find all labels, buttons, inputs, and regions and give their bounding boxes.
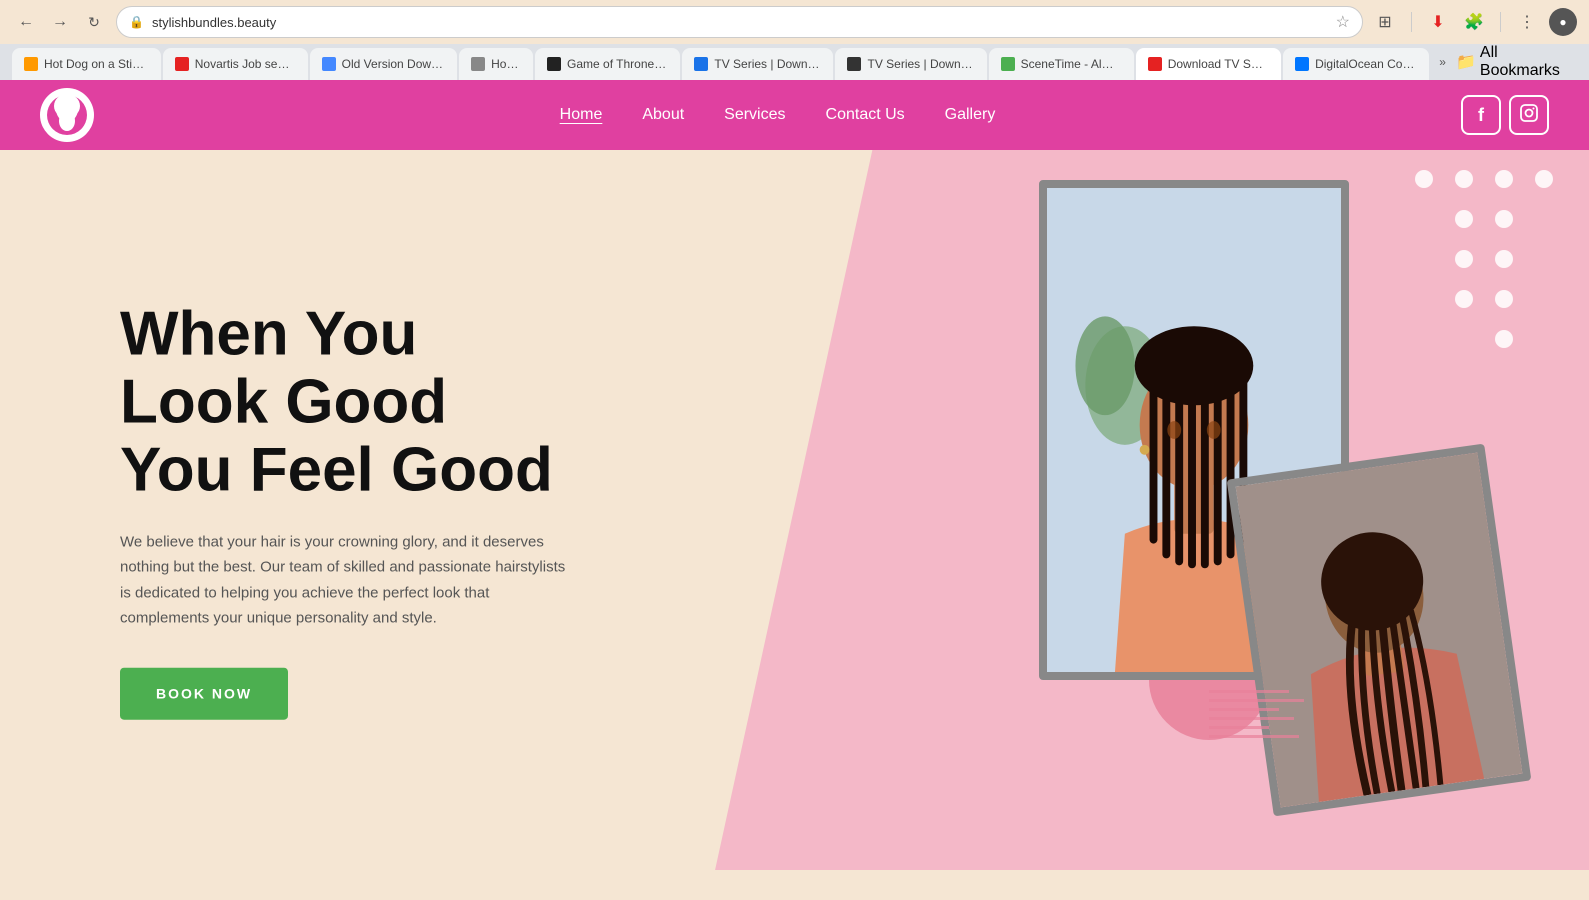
tab-favicon-download xyxy=(1148,57,1162,71)
dot-1-4 xyxy=(1535,170,1553,188)
reload-button[interactable]: ↻ xyxy=(80,8,108,36)
hero-title-line1: When You xyxy=(120,300,417,369)
deco-line-2 xyxy=(1209,699,1304,702)
divider2 xyxy=(1500,12,1501,32)
address-bar[interactable]: 🔒 stylishbundles.beauty ☆ xyxy=(116,6,1363,38)
nav-link-home[interactable]: Home xyxy=(560,106,603,124)
hero-description: We believe that your hair is your crowni… xyxy=(120,529,580,631)
extensions2-button[interactable]: 🧩 xyxy=(1460,8,1488,36)
tab-got[interactable]: Game of Thrones:... xyxy=(535,48,680,80)
browser-tabs: Hot Dog on a Stick... Novartis Job searc… xyxy=(0,44,1589,80)
tab-serial[interactable]: TV Series | Downlo... xyxy=(682,48,833,80)
tab-favicon-got xyxy=(547,57,561,71)
website: Home About Services Contact Us Gallery f xyxy=(0,80,1589,870)
hero-content: When You Look Good You Feel Good We beli… xyxy=(120,301,580,720)
tab-favicon-hotdog xyxy=(24,57,38,71)
tab-download[interactable]: Download TV Sho... xyxy=(1136,48,1281,80)
tab-label-serial: TV Series | Downlo... xyxy=(714,57,821,71)
bookmark-star-icon[interactable]: ☆ xyxy=(1336,12,1350,32)
tab-label-home: Home xyxy=(491,57,521,71)
logo-svg xyxy=(45,93,89,137)
deco-line-4 xyxy=(1209,717,1294,720)
profile-button[interactable]: ● xyxy=(1549,8,1577,36)
tab-favicon-scene xyxy=(1001,57,1015,71)
all-bookmarks-button[interactable]: 📁 All Bookmarks xyxy=(1456,44,1577,80)
browser-toolbar: ← → ↻ 🔒 stylishbundles.beauty ☆ ⊞ ⬇ 🧩 ⋮ … xyxy=(0,0,1589,44)
tab-tv[interactable]: TV Series | Downlo... xyxy=(835,48,986,80)
tab-favicon-old xyxy=(322,57,336,71)
logo xyxy=(40,88,94,142)
tab-label-got: Game of Thrones:... xyxy=(567,57,668,71)
site-nav: Home About Services Contact Us Gallery f xyxy=(0,80,1589,150)
menu-button[interactable]: ⋮ xyxy=(1513,8,1541,36)
tab-favicon-tv xyxy=(847,57,861,71)
bookmarks-icon: 📁 xyxy=(1456,52,1476,72)
toolbar-actions: ⊞ ⬇ 🧩 ⋮ ● xyxy=(1371,8,1577,36)
deco-lines xyxy=(1209,690,1309,770)
nav-link-services[interactable]: Services xyxy=(724,106,785,124)
tab-label-scene: SceneTime - Alwa... xyxy=(1021,57,1122,71)
tab-favicon-digital xyxy=(1295,57,1309,71)
divider xyxy=(1411,12,1412,32)
nav-link-contact[interactable]: Contact Us xyxy=(826,106,905,124)
tab-favicon-home xyxy=(471,57,485,71)
nav-link-gallery[interactable]: Gallery xyxy=(945,106,996,124)
hero-title-line3: You Feel Good xyxy=(120,436,553,505)
tab-home[interactable]: Home xyxy=(459,48,533,80)
url-text: stylishbundles.beauty xyxy=(152,15,1328,30)
tab-favicon-novartis xyxy=(175,57,189,71)
tab-label-tv: TV Series | Downlo... xyxy=(867,57,974,71)
all-bookmarks-label: All Bookmarks xyxy=(1480,44,1577,80)
nav-buttons: ← → ↻ xyxy=(12,8,108,36)
facebook-button[interactable]: f xyxy=(1461,95,1501,135)
lock-icon: 🔒 xyxy=(129,15,144,29)
social-buttons: f xyxy=(1461,95,1549,135)
tab-old[interactable]: Old Version Downl... xyxy=(310,48,457,80)
tab-label-old: Old Version Downl... xyxy=(342,57,445,71)
book-now-button[interactable]: BOOK NOW xyxy=(120,667,288,719)
nav-link-about[interactable]: About xyxy=(642,106,684,124)
forward-button[interactable]: → xyxy=(46,8,74,36)
tab-novartis[interactable]: Novartis Job search xyxy=(163,48,308,80)
photo-container xyxy=(989,180,1509,820)
deco-line-5 xyxy=(1209,726,1269,729)
back-button[interactable]: ← xyxy=(12,8,40,36)
extensions-button[interactable]: ⊞ xyxy=(1371,8,1399,36)
tab-hotdog[interactable]: Hot Dog on a Stick... xyxy=(12,48,161,80)
tab-label-hotdog: Hot Dog on a Stick... xyxy=(44,57,149,71)
tab-scene[interactable]: SceneTime - Alwa... xyxy=(989,48,1134,80)
instagram-button[interactable] xyxy=(1509,95,1549,135)
hero-section: When You Look Good You Feel Good We beli… xyxy=(0,150,1589,870)
instagram-icon xyxy=(1519,103,1539,128)
tab-label-digital: DigitalOcean Cont... xyxy=(1315,57,1417,71)
hero-title: When You Look Good You Feel Good xyxy=(120,301,580,506)
tab-label-novartis: Novartis Job search xyxy=(195,57,296,71)
hero-title-line2: Look Good xyxy=(120,368,447,437)
deco-line-3 xyxy=(1209,708,1279,711)
browser-chrome: ← → ↻ 🔒 stylishbundles.beauty ☆ ⊞ ⬇ 🧩 ⋮ … xyxy=(0,0,1589,80)
deco-line-1 xyxy=(1209,690,1289,693)
download-button[interactable]: ⬇ xyxy=(1424,8,1452,36)
logo-icon xyxy=(40,88,94,142)
tab-label-download: Download TV Sho... xyxy=(1168,57,1269,71)
nav-links: Home About Services Contact Us Gallery xyxy=(560,106,996,124)
tab-favicon-serial xyxy=(694,57,708,71)
facebook-icon: f xyxy=(1478,105,1484,126)
tab-digital[interactable]: DigitalOcean Cont... xyxy=(1283,48,1429,80)
tabs-more-button[interactable]: » xyxy=(1431,55,1454,69)
deco-line-6 xyxy=(1209,735,1299,738)
